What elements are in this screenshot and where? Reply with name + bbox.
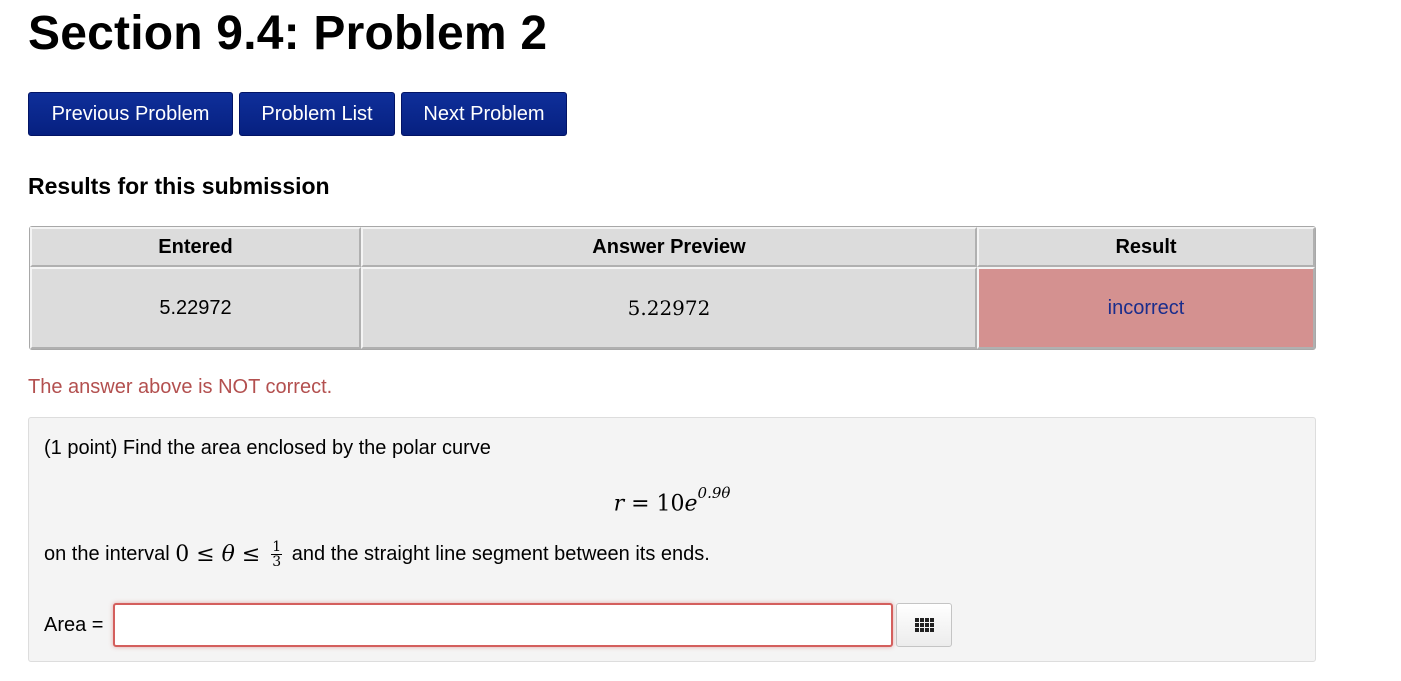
keypad-grid-icon [914, 618, 934, 632]
table-row: 5.22972 5.22972 incorrect [30, 267, 1315, 349]
previous-problem-button[interactable]: Previous Problem [28, 92, 233, 136]
column-header-entered: Entered [30, 227, 361, 267]
fraction-denominator: 3 [272, 554, 282, 570]
answer-preview-value: 5.22972 [361, 267, 977, 349]
column-header-answer-preview: Answer Preview [361, 227, 977, 267]
problem-box: (1 point) Find the area enclosed by the … [28, 417, 1316, 662]
area-label: Area = [44, 613, 104, 636]
interval-statement: on the interval 0 ≤ θ ≤ 1 3 and the stra… [44, 540, 710, 569]
interval-start: 0 ≤ [175, 542, 222, 567]
equation-coefficient: 10 [656, 491, 685, 517]
interval-variable: θ [221, 542, 235, 567]
equation-lhs: r [613, 491, 625, 517]
area-answer-input[interactable] [113, 603, 894, 647]
results-table: Entered Answer Preview Result 5.22972 5.… [29, 226, 1316, 350]
interval-math: 0 ≤ θ ≤ [175, 542, 267, 567]
math-keypad-button[interactable] [896, 603, 953, 647]
problem-statement: (1 point) Find the area enclosed by the … [44, 437, 491, 459]
feedback-message: The answer above is NOT correct. [28, 376, 333, 398]
interval-fraction: 1 3 [271, 539, 283, 570]
results-header-row: Entered Answer Preview Result [30, 227, 1315, 267]
polar-equation: r = 10e0.9θ [29, 484, 1315, 517]
equation-equals: = [624, 491, 657, 517]
answer-row: Area = [44, 603, 953, 647]
page: Section 9.4: Problem 2 Previous Problem … [0, 0, 1401, 681]
result-status: incorrect [977, 267, 1315, 349]
problem-nav: Previous Problem Problem List Next Probl… [28, 92, 567, 136]
equation-exponent: 0.9θ [697, 484, 731, 502]
next-problem-button[interactable]: Next Problem [401, 92, 567, 136]
entered-value: 5.22972 [30, 267, 361, 349]
interval-suffix: and the straight line segment between it… [286, 543, 710, 565]
problem-list-button[interactable]: Problem List [239, 92, 395, 136]
results-heading: Results for this submission [28, 173, 330, 199]
page-title: Section 9.4: Problem 2 [28, 7, 548, 60]
fraction-numerator: 1 [271, 539, 283, 555]
equation-base: e [684, 491, 698, 517]
interval-leq: ≤ [234, 542, 268, 567]
interval-prefix: on the interval [44, 543, 176, 565]
column-header-result: Result [977, 227, 1315, 267]
